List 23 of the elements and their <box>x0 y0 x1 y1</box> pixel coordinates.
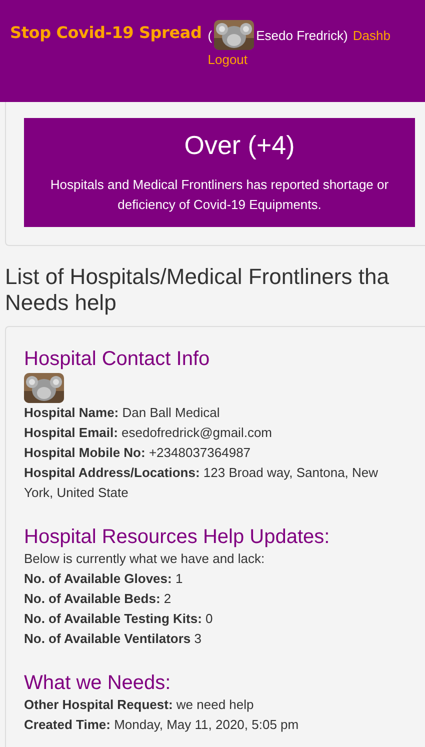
alert-title: Over (+4) <box>183 130 296 161</box>
site-title: Stop Covid-19 Spread <box>10 23 202 42</box>
user-name: Esedo Fredrick) <box>256 28 348 42</box>
info-text: No. of Available Testing Kits: 0 <box>24 610 214 628</box>
info-text: Hospital Name: Dan Ball Medical <box>24 404 221 422</box>
info-text: Hospital Email: esedofredrick@gmail.com <box>24 424 274 442</box>
section-heading: Hospital Contact Info <box>24 347 211 371</box>
alert-message: Hospitals and Medical Frontliners has reported shortage or deficiency of Covid-19 Equipments. <box>49 176 390 214</box>
logout-link[interactable]: Logout <box>208 52 390 67</box>
section-heading: What we Needs: <box>24 671 172 695</box>
info-text: Created Time: Monday, May 11, 2020, 5:05 pm <box>24 716 300 734</box>
intro-text: Below is currently what we have and lack: <box>24 550 266 568</box>
list-heading: Needs help <box>5 290 118 316</box>
info-text: No. of Available Gloves: 1 <box>24 570 184 588</box>
info-text: Hospital Address/Locations: 123 Broad way, Santona, New York, United State <box>24 464 380 502</box>
info-text: No. of Available Beds: 2 <box>24 590 172 608</box>
dashboard-link[interactable]: Dashb <box>352 28 390 42</box>
info-text: No. of Available Ventilators 3 <box>24 630 202 648</box>
bracket-text: ( <box>208 28 212 42</box>
section-heading: Hospital Resources Help Updates: <box>24 525 331 549</box>
list-heading: List of Hospitals/Medical Frontliners tha <box>5 264 390 290</box>
info-text: Hospital Mobile No: +2348037364987 <box>24 444 252 462</box>
info-text: Other Hospital Request: we need help <box>24 696 255 714</box>
